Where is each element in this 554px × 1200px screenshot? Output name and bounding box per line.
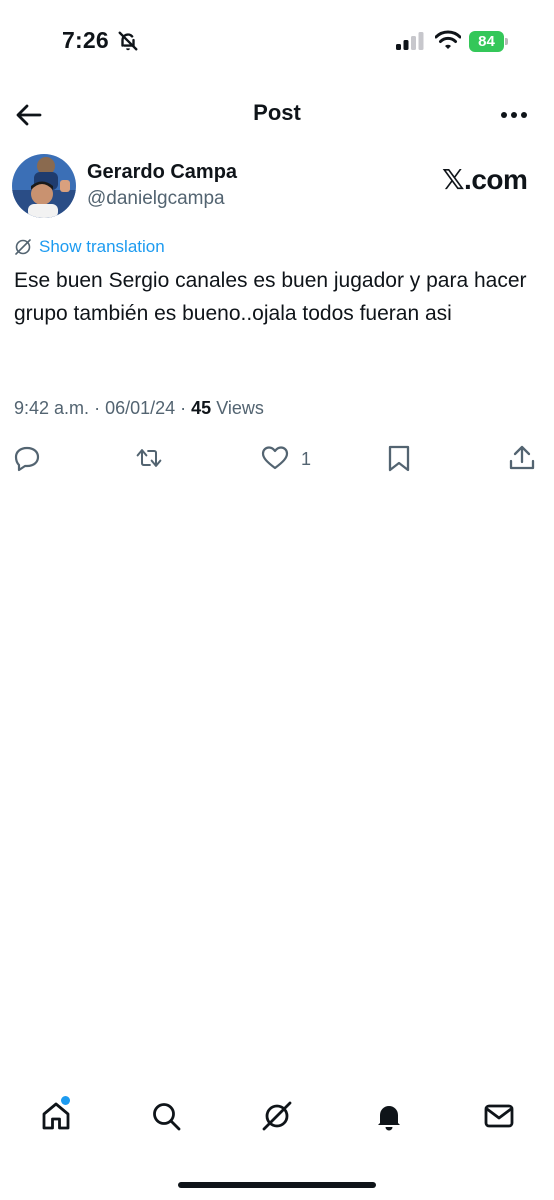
author-name[interactable]: Gerardo Campa xyxy=(87,161,237,184)
reply-button[interactable] xyxy=(13,444,41,472)
like-button[interactable] xyxy=(261,444,289,472)
share-icon xyxy=(509,445,535,470)
repost-icon xyxy=(136,449,162,467)
post-header: Post xyxy=(0,80,554,146)
messages-icon xyxy=(484,1104,514,1128)
nav-grok[interactable] xyxy=(261,1100,293,1132)
share-button[interactable] xyxy=(508,444,536,472)
avatar-photo xyxy=(12,154,76,218)
battery-indicator: 84 xyxy=(469,31,509,52)
repost-button[interactable] xyxy=(135,444,163,472)
nav-home[interactable] xyxy=(40,1100,72,1132)
post-meta: 9:42 a.m. · 06/01/24 · 45 Views xyxy=(14,398,264,419)
bookmark-button[interactable] xyxy=(385,444,413,472)
notifications-icon xyxy=(378,1106,400,1131)
status-bar: 7:26 84 xyxy=(0,0,554,80)
page-title: Post xyxy=(253,100,301,125)
translate-icon xyxy=(15,239,31,255)
views-count[interactable]: 45 xyxy=(191,398,211,418)
wifi-icon xyxy=(435,30,461,49)
like-icon xyxy=(261,446,289,470)
show-translation-link[interactable]: Show translation xyxy=(39,237,165,257)
like-count: 1 xyxy=(301,449,312,469)
author-handle[interactable]: @danielgcampa xyxy=(87,188,225,210)
more-options-icon[interactable] xyxy=(498,100,530,130)
post-text: Ese buen Sergio canales es buen jugador … xyxy=(14,269,527,325)
home-notification-dot xyxy=(61,1096,70,1105)
source-watermark: 𝕏.com xyxy=(442,164,528,195)
home-icon xyxy=(42,1102,70,1130)
status-time: 7:26 xyxy=(62,27,109,53)
battery-cap xyxy=(505,38,508,45)
post-date: 06/01/24 xyxy=(105,398,176,418)
views-label[interactable]: Views xyxy=(216,398,264,418)
meta-separator: · xyxy=(94,398,106,418)
nav-search[interactable] xyxy=(150,1100,182,1132)
nav-messages[interactable] xyxy=(483,1100,515,1132)
grok-icon xyxy=(262,1101,292,1131)
battery-level: 84 xyxy=(469,31,504,52)
search-icon xyxy=(153,1103,181,1131)
post-time: 9:42 a.m. xyxy=(14,398,90,418)
home-indicator xyxy=(178,1182,376,1188)
avatar[interactable] xyxy=(12,154,76,218)
bell-off-icon xyxy=(118,31,138,51)
meta-separator: · xyxy=(180,398,192,418)
reply-icon xyxy=(14,446,40,472)
nav-notifications[interactable] xyxy=(373,1100,405,1132)
cellular-signal-icon xyxy=(396,32,424,50)
bookmark-icon xyxy=(388,445,410,472)
